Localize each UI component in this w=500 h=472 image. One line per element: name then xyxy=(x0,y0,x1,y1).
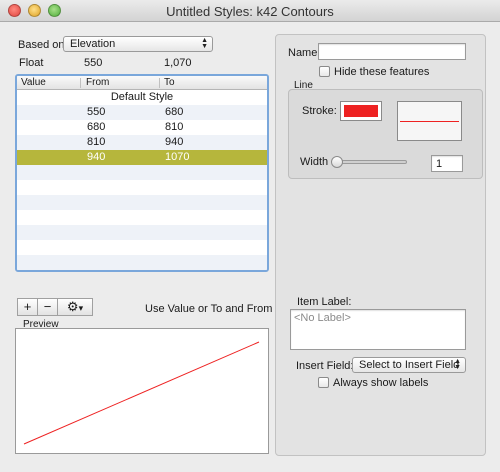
table-toolbar: + − ⚙▾ xyxy=(17,298,93,316)
cell-to: 1070 xyxy=(165,151,190,163)
table-row[interactable]: 810 940 xyxy=(17,135,267,150)
style-table[interactable]: Value From To Default Style 550 680 680 … xyxy=(15,74,269,272)
hide-features-label: Hide these features xyxy=(334,66,430,78)
gear-icon: ⚙ xyxy=(66,299,79,314)
empty-row xyxy=(17,255,267,270)
item-label-placeholder: <No Label> xyxy=(294,312,351,324)
cell-to: 810 xyxy=(165,121,184,133)
add-button[interactable]: + xyxy=(18,299,38,315)
line-sample xyxy=(400,121,459,122)
table-row-selected[interactable]: 940 1070 xyxy=(17,150,267,165)
cell-to: 940 xyxy=(165,136,184,148)
cell-to: 680 xyxy=(165,106,184,118)
popup-arrows-icon: ▲ ▼ xyxy=(201,37,208,50)
empty-row xyxy=(17,180,267,195)
cell-from: 550 xyxy=(87,106,106,118)
based-on-value: Elevation xyxy=(70,38,116,50)
item-label-field[interactable]: <No Label> xyxy=(290,309,466,350)
stroke-label: Stroke: xyxy=(302,105,337,117)
empty-row xyxy=(17,195,267,210)
stroke-color-well[interactable] xyxy=(340,101,382,121)
style-preview xyxy=(15,328,269,454)
item-label-label: Item Label: xyxy=(297,296,352,308)
always-show-labels-label: Always show labels xyxy=(333,377,429,389)
insert-field-label: Insert Field: xyxy=(296,360,354,372)
width-field[interactable]: 1 xyxy=(431,155,463,172)
insert-field-popup[interactable]: Select to Insert Field ▲ ▼ xyxy=(352,357,466,373)
title-bar: Untitled Styles: k42 Contours xyxy=(0,0,500,22)
insert-field-value: Select to Insert Field xyxy=(359,359,460,371)
default-style-label: Default Style xyxy=(110,91,174,103)
width-value: 1 xyxy=(436,158,443,170)
table-row[interactable]: 680 810 xyxy=(17,120,267,135)
width-slider-track[interactable] xyxy=(333,160,407,164)
width-label: Width xyxy=(300,156,329,168)
field-min: 550 xyxy=(84,57,103,69)
based-on-label: Based on: xyxy=(18,39,68,51)
chevron-down-icon: ▾ xyxy=(78,303,84,313)
field-type: Float xyxy=(19,57,44,69)
field-max: 1,070 xyxy=(164,57,192,69)
empty-row xyxy=(17,210,267,225)
column-divider xyxy=(159,78,160,88)
name-field[interactable] xyxy=(318,43,466,60)
always-show-labels-checkbox[interactable] xyxy=(318,377,329,388)
line-style-preview xyxy=(397,101,462,141)
stroke-color-fill xyxy=(344,105,378,117)
preview-canvas xyxy=(23,341,260,445)
action-menu-button[interactable]: ⚙▾ xyxy=(58,299,92,315)
popup-arrows-icon: ▲ ▼ xyxy=(454,358,461,371)
hide-features-checkbox[interactable] xyxy=(319,66,330,77)
width-slider-thumb[interactable] xyxy=(331,156,343,168)
table-header: Value From To xyxy=(17,76,267,90)
column-divider xyxy=(80,78,81,88)
preview-line xyxy=(23,341,260,445)
based-on-popup[interactable]: Elevation ▲ ▼ xyxy=(63,36,213,52)
table-row-default[interactable]: Default Style xyxy=(17,90,267,105)
mode-description: Use Value or To and From xyxy=(145,303,273,315)
column-to[interactable]: To xyxy=(164,77,175,88)
column-value[interactable]: Value xyxy=(21,77,46,88)
column-from[interactable]: From xyxy=(86,77,109,88)
empty-row xyxy=(17,240,267,255)
cell-from: 940 xyxy=(87,151,106,163)
name-label: Name: xyxy=(288,47,321,59)
remove-button[interactable]: − xyxy=(38,299,58,315)
table-row[interactable]: 550 680 xyxy=(17,105,267,120)
window-title: Untitled Styles: k42 Contours xyxy=(166,4,334,19)
empty-row xyxy=(17,165,267,180)
cell-from: 680 xyxy=(87,121,106,133)
empty-row xyxy=(17,225,267,240)
cell-from: 810 xyxy=(87,136,106,148)
